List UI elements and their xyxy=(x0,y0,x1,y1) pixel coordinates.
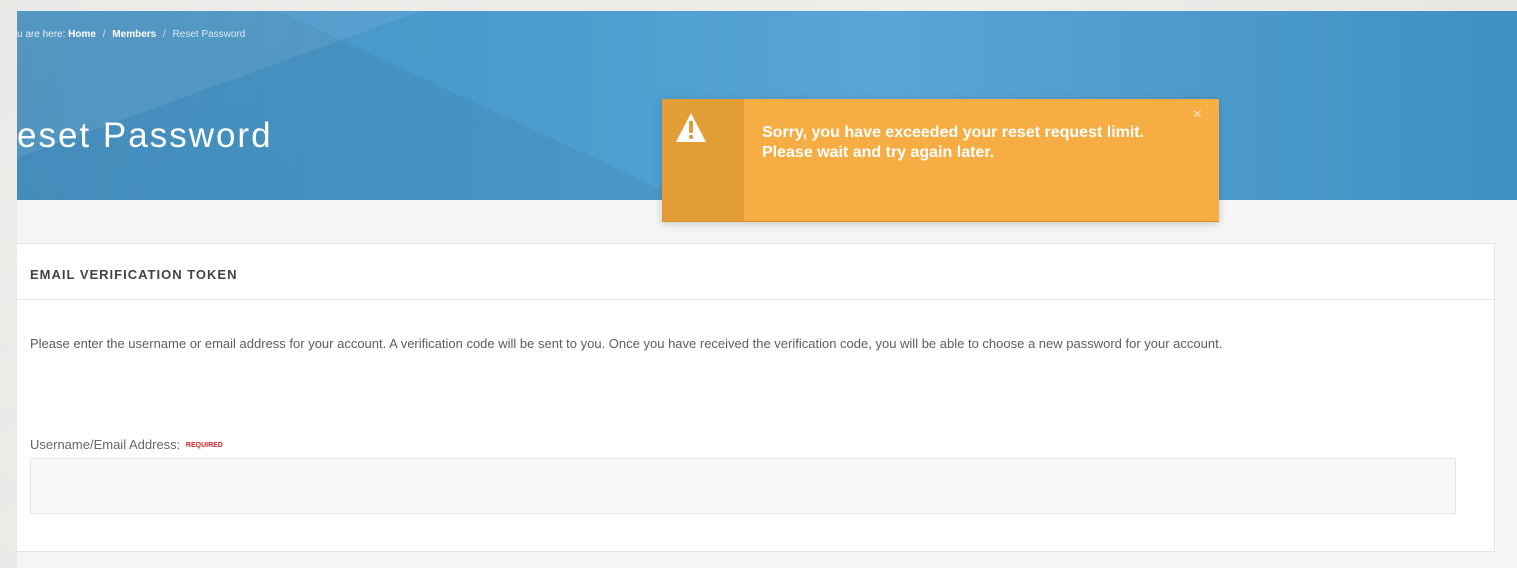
breadcrumb-current-page: Reset Password xyxy=(172,29,246,40)
username-email-label: Username/Email Address: REQUIRED xyxy=(30,437,223,452)
username-email-label-text: Username/Email Address: xyxy=(30,437,181,452)
breadcrumb-separator: / xyxy=(162,29,166,40)
reset-limit-alert: Sorry, you have exceeded your reset requ… xyxy=(662,99,1219,222)
breadcrumb: u are here: Home / Members / Reset Passw… xyxy=(17,29,245,40)
username-email-input[interactable] xyxy=(30,458,1456,514)
close-icon[interactable]: × xyxy=(1193,107,1202,123)
breadcrumb-home-link[interactable]: Home xyxy=(68,29,96,40)
breadcrumb-members-link[interactable]: Members xyxy=(112,29,156,40)
reset-password-page: u are here: Home / Members / Reset Passw… xyxy=(17,11,1517,568)
email-verification-panel: EMAIL VERIFICATION TOKEN Please enter th… xyxy=(17,243,1495,552)
warning-icon xyxy=(676,113,706,142)
page-title: eset Password xyxy=(17,116,273,155)
breadcrumb-separator: / xyxy=(102,29,106,40)
breadcrumb-prefix: u are here: xyxy=(17,29,66,40)
required-badge: REQUIRED xyxy=(185,442,223,450)
panel-title: EMAIL VERIFICATION TOKEN xyxy=(30,267,238,282)
panel-header: EMAIL VERIFICATION TOKEN xyxy=(17,244,1494,300)
alert-icon-container xyxy=(662,99,744,221)
instructions-text: Please enter the username or email addre… xyxy=(30,336,1223,351)
alert-message: Sorry, you have exceeded your reset requ… xyxy=(762,124,1145,161)
